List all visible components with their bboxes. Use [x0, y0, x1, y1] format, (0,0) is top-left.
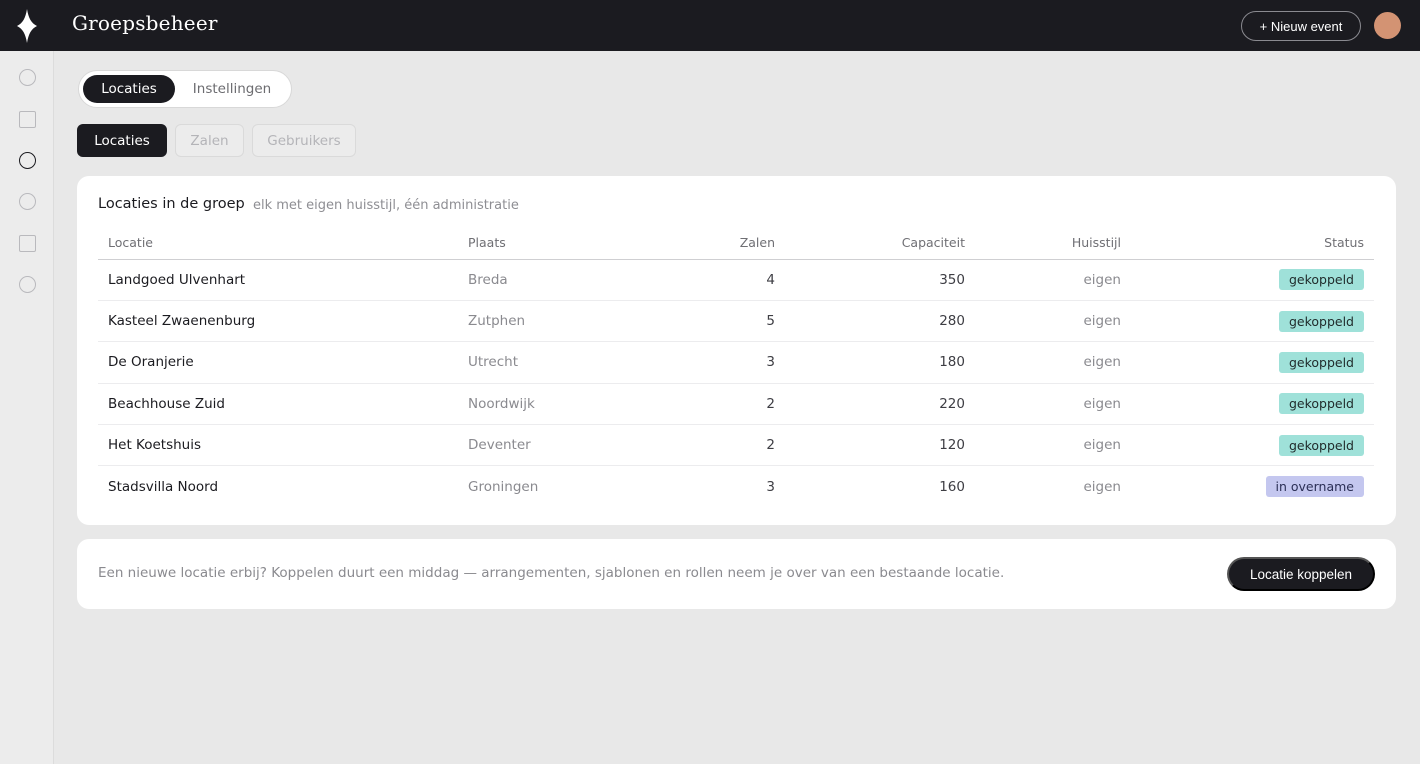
table-header-row: Locatie Plaats Zalen Capaciteit Huisstij…	[98, 226, 1374, 260]
cell-locatie: Beachhouse Zuid	[98, 383, 458, 426]
diamond-logo-icon	[17, 8, 37, 43]
subtab-gebruikers[interactable]: Gebruikers	[252, 124, 356, 157]
column-header-capaciteit[interactable]: Capaciteit	[785, 226, 975, 260]
cell-plaats: Zutphen	[458, 300, 678, 343]
card-title: Locaties in de groep	[98, 196, 245, 212]
cell-capaciteit: 120	[785, 424, 975, 467]
add-location-card: Een nieuwe locatie erbij? Koppelen duurt…	[77, 539, 1396, 609]
cell-status: gekoppeld	[1131, 341, 1374, 384]
cell-huisstijl: eigen	[975, 300, 1131, 343]
cell-capaciteit: 350	[785, 259, 975, 301]
cell-capaciteit: 280	[785, 300, 975, 343]
tab-instellingen[interactable]: Instellingen	[179, 75, 285, 103]
column-header-locatie[interactable]: Locatie	[98, 226, 458, 260]
logo[interactable]	[0, 0, 54, 51]
sidebar-nav-square-icon[interactable]	[19, 235, 36, 252]
cell-zalen: 2	[678, 383, 785, 426]
add-location-hint: Een nieuwe locatie erbij? Koppelen duurt…	[98, 565, 1005, 581]
cell-plaats: Breda	[458, 259, 678, 301]
sidebar-nav-circle-icon[interactable]	[19, 276, 36, 293]
locations-table: Locatie Plaats Zalen Capaciteit Huisstij…	[98, 226, 1374, 507]
cell-status: gekoppeld	[1131, 300, 1374, 343]
app-title: Groepsbeheer	[72, 11, 218, 35]
cell-plaats: Deventer	[458, 424, 678, 467]
cell-capaciteit: 220	[785, 383, 975, 426]
cell-zalen: 3	[766, 478, 775, 495]
cell-huisstijl: eigen	[1083, 478, 1122, 495]
cell-status: in overname	[1131, 466, 1374, 507]
table-row[interactable]: Beachhouse Zuid Noordwijk 2 220 eigen ge…	[98, 383, 1374, 426]
subtab-zalen[interactable]: Zalen	[175, 124, 244, 157]
cell-plaats: Noordwijk	[458, 383, 678, 426]
cell-status: gekoppeld	[1131, 383, 1374, 426]
avatar[interactable]	[1374, 12, 1401, 39]
status-badge: gekoppeld	[1278, 269, 1364, 291]
cell-locatie: Het Koetshuis	[98, 424, 458, 467]
sidebar	[0, 0, 54, 764]
cell-plaats: Groningen	[468, 478, 539, 495]
cell-huisstijl: eigen	[975, 383, 1131, 426]
column-header-huisstijl[interactable]: Huisstijl	[975, 226, 1131, 260]
topbar: Groepsbeheer + Nieuw event	[54, 0, 1420, 51]
subtab-locaties[interactable]: Locaties	[77, 124, 167, 157]
status-badge: gekoppeld	[1278, 310, 1364, 332]
table-row[interactable]: De Oranjerie Utrecht 3 180 eigen gekoppe…	[98, 341, 1374, 384]
column-header-plaats[interactable]: Plaats	[458, 226, 678, 260]
main-tabs: Locaties Instellingen	[78, 70, 292, 108]
sidebar-nav-circle-icon[interactable]	[19, 69, 36, 86]
cell-locatie: De Oranjerie	[98, 341, 458, 384]
status-badge: gekoppeld	[1278, 434, 1364, 456]
cell-locatie: Landgoed Ulvenhart	[98, 259, 458, 301]
cell-zalen: 2	[678, 424, 785, 467]
tab-locaties[interactable]: Locaties	[83, 75, 175, 103]
cell-huisstijl: eigen	[975, 341, 1131, 384]
cell-locatie: Kasteel Zwaenenburg	[98, 300, 458, 343]
table-row[interactable]: Landgoed Ulvenhart Breda 4 350 eigen gek…	[98, 259, 1374, 301]
sidebar-nav-circle-active-icon[interactable]	[19, 152, 36, 169]
status-badge: in overname	[1265, 476, 1364, 498]
cell-huisstijl: eigen	[975, 259, 1131, 301]
cell-status: gekoppeld	[1131, 259, 1374, 301]
locations-card: Locaties in de groep elk met eigen huiss…	[77, 176, 1396, 525]
card-subtitle: elk met eigen huisstijl, één administrat…	[253, 198, 519, 213]
column-header-status[interactable]: Status	[1131, 226, 1374, 260]
sidebar-nav-square-icon[interactable]	[19, 111, 36, 128]
column-header-zalen[interactable]: Zalen	[678, 226, 785, 260]
cell-zalen: 5	[678, 300, 785, 343]
couple-location-button[interactable]: Locatie koppelen	[1227, 557, 1375, 591]
sidebar-nav-circle-icon[interactable]	[19, 193, 36, 210]
cell-zalen: 4	[678, 259, 785, 301]
status-badge: gekoppeld	[1278, 393, 1364, 415]
cell-status: gekoppeld	[1131, 424, 1374, 467]
cell-capaciteit: 160	[939, 478, 965, 495]
cell-huisstijl: eigen	[975, 424, 1131, 467]
table-row[interactable]: Stadsvilla Noord Groningen 3 160 eigen i…	[98, 466, 1374, 507]
status-badge: gekoppeld	[1278, 351, 1364, 373]
table-row[interactable]: Het Koetshuis Deventer 2 120 eigen gekop…	[98, 424, 1374, 467]
cell-capaciteit: 180	[785, 341, 975, 384]
cell-zalen: 3	[678, 341, 785, 384]
cell-plaats: Utrecht	[458, 341, 678, 384]
table-row[interactable]: Kasteel Zwaenenburg Zutphen 5 280 eigen …	[98, 300, 1374, 343]
new-event-button[interactable]: + Nieuw event	[1241, 11, 1361, 41]
cell-locatie: Stadsvilla Noord	[108, 478, 219, 495]
